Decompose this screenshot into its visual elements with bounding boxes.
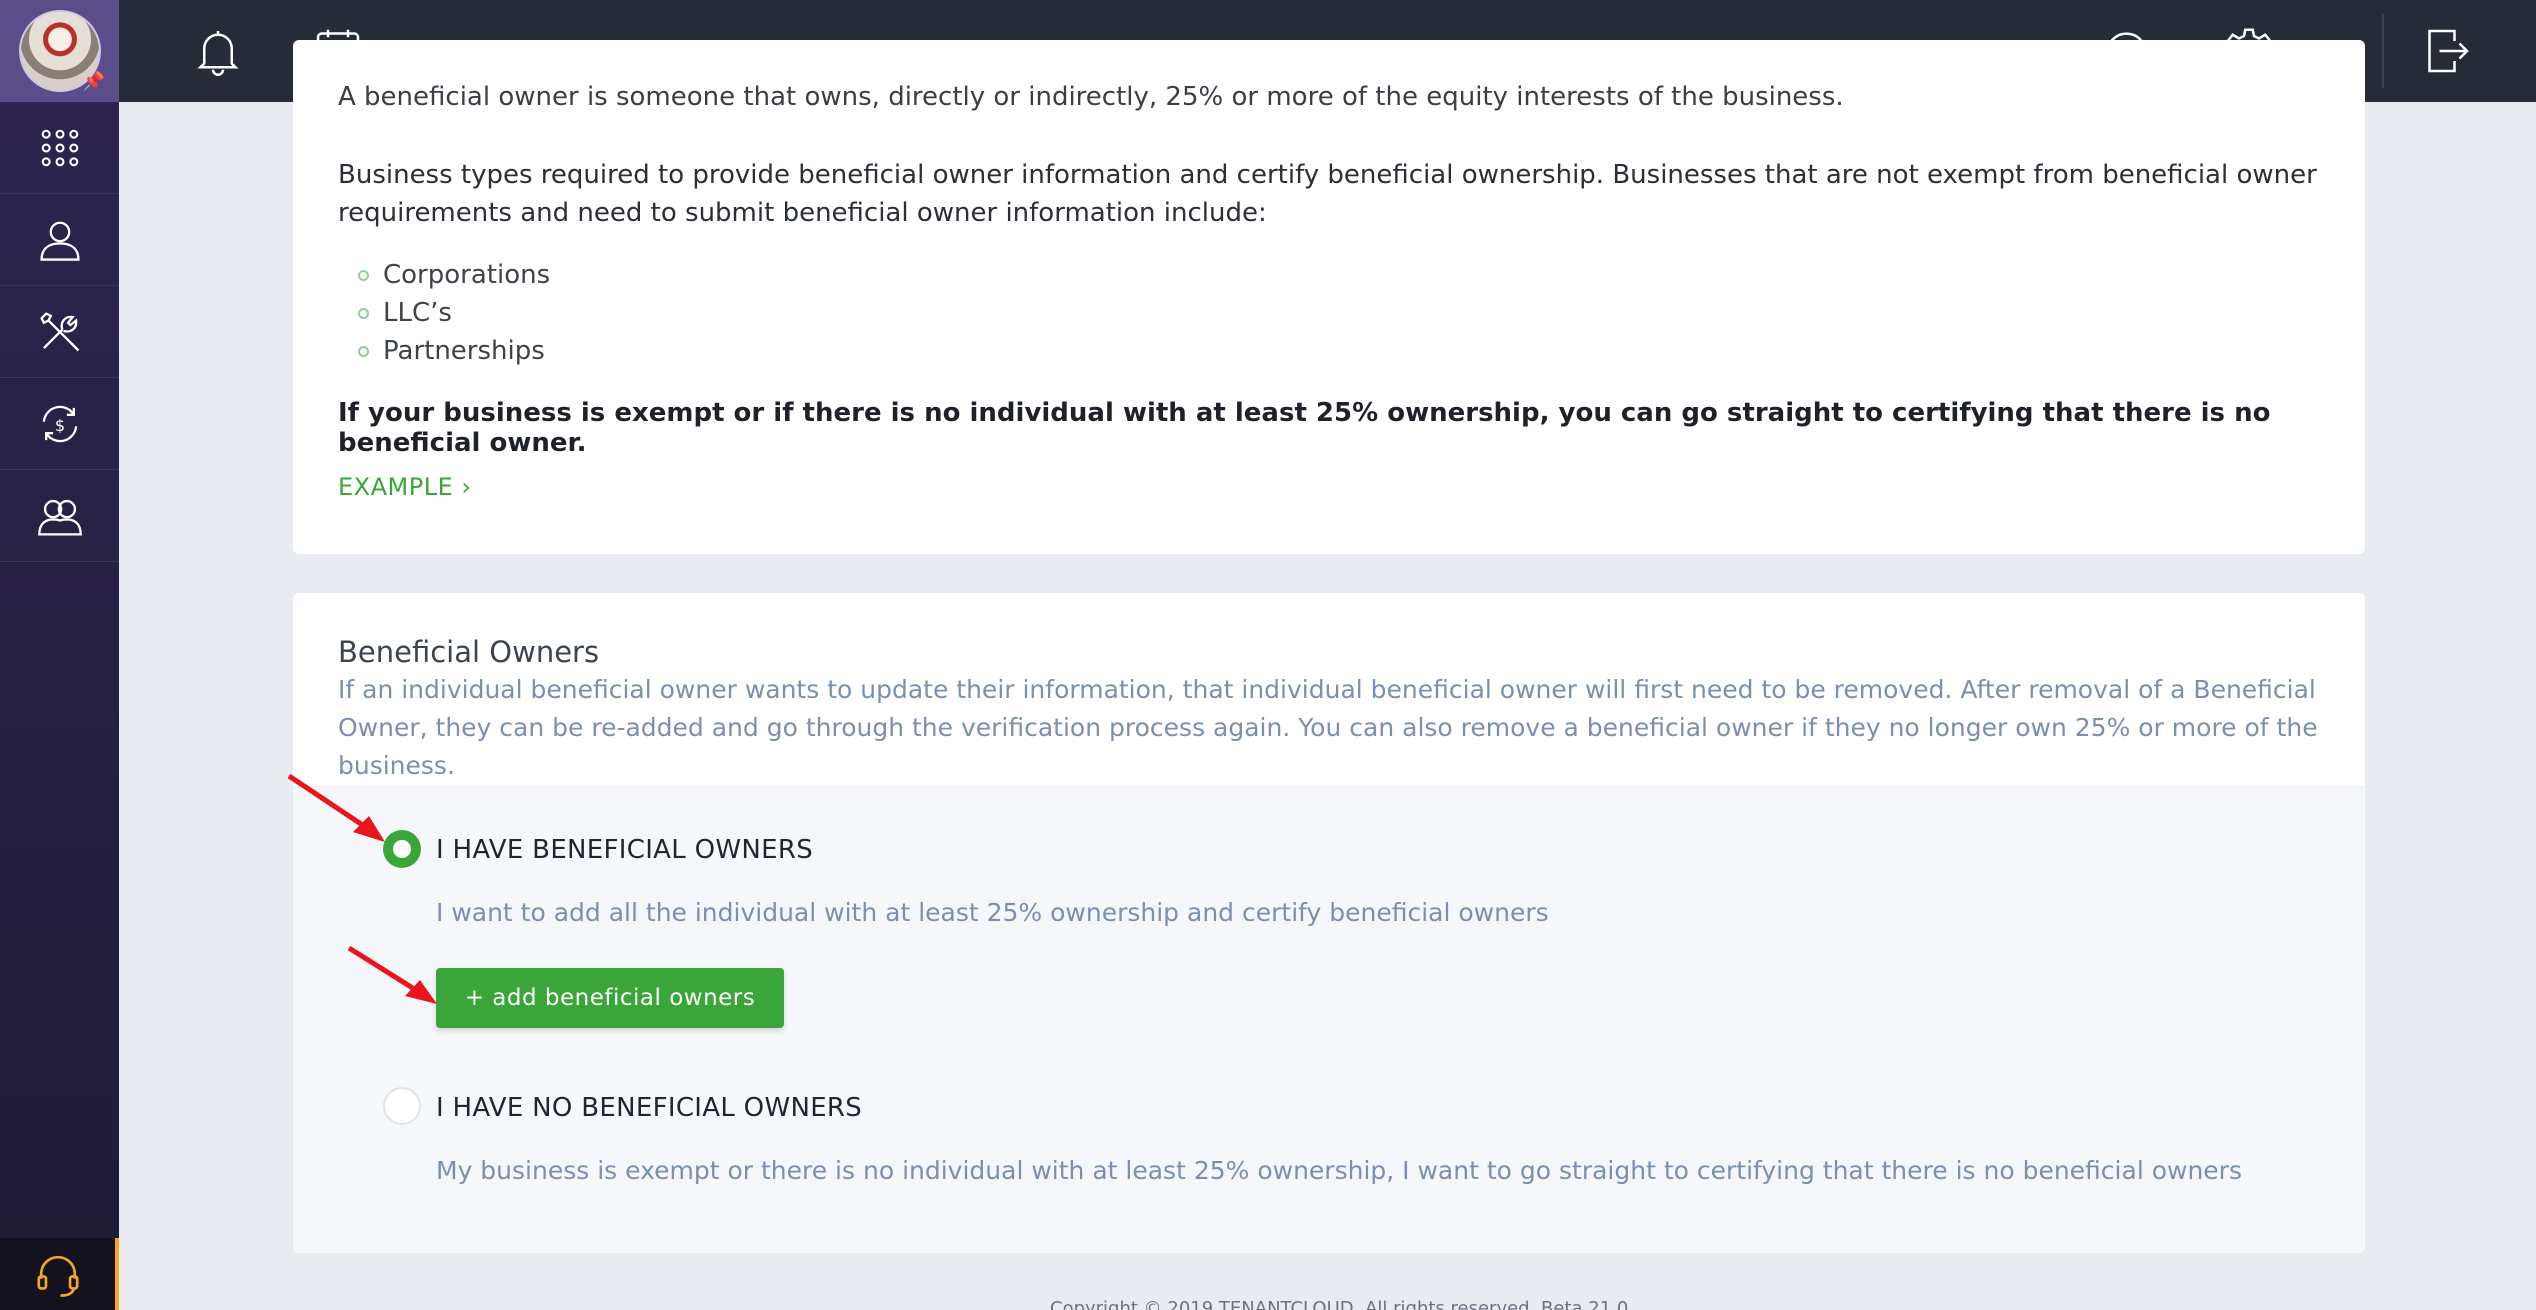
team-icon [37, 499, 82, 536]
have-owners-description: I want to add all the individual with at… [436, 898, 1549, 927]
bullet-icon [358, 269, 369, 281]
list-item: Partnerships [358, 332, 550, 370]
sidebar-item-users[interactable] [0, 194, 119, 286]
payments-cycle-icon: $ [42, 405, 77, 442]
user-icon [39, 221, 80, 261]
owner-options-panel: I HAVE BENEFICIAL OWNERS I want to add a… [293, 786, 2365, 1253]
sidebar-item-apps[interactable] [0, 102, 119, 194]
bell-icon [197, 31, 239, 76]
bullet-icon [358, 345, 369, 357]
sidebar: 📌 $ [0, 0, 119, 1310]
section-title: Beneficial Owners [338, 635, 600, 669]
logout-button[interactable] [2419, 23, 2475, 79]
no-owners-radio[interactable] [383, 1087, 421, 1125]
topbar-divider [2382, 14, 2384, 88]
pin-icon[interactable]: 📌 [83, 71, 105, 92]
sidebar-item-team[interactable] [0, 470, 119, 562]
example-link[interactable]: EXAMPLE › [338, 473, 471, 501]
list-item: Corporations [358, 256, 550, 294]
svg-text:$: $ [54, 415, 64, 434]
beneficial-owners-card: Beneficial Owners If an individual benef… [293, 593, 2365, 1253]
sidebar-item-payments[interactable]: $ [0, 378, 119, 470]
business-types-paragraph: Business types required to provide benef… [338, 160, 2317, 228]
support-button[interactable] [0, 1238, 119, 1310]
annotation-arrow-button [347, 945, 437, 1004]
sidebar-item-maintenance[interactable] [0, 286, 119, 378]
have-owners-label[interactable]: I HAVE BENEFICIAL OWNERS [436, 835, 813, 865]
definition-text: A beneficial owner is someone that owns,… [338, 82, 1844, 112]
apps-grid-icon [41, 129, 78, 166]
notifications-button[interactable] [190, 23, 246, 79]
exempt-note: If your business is exempt or if there i… [338, 398, 2271, 458]
no-owners-description: My business is exempt or there is no ind… [436, 1156, 2242, 1185]
profile-area[interactable]: 📌 [0, 0, 119, 102]
headset-icon [36, 1255, 79, 1297]
add-beneficial-owners-button[interactable]: + add beneficial owners [436, 968, 784, 1028]
list-item: LLC’s [358, 294, 550, 332]
logout-icon [2428, 29, 2469, 73]
beneficial-owner-info-card: A beneficial owner is someone that owns,… [293, 40, 2365, 554]
business-types-list: Corporations LLC’s Partnerships [358, 256, 550, 370]
section-description: If an individual beneficial owner wants … [338, 675, 2318, 780]
annotation-arrow-radio [287, 773, 385, 842]
bullet-icon [358, 307, 369, 319]
footer-copyright: Copyright © 2019 TENANTCLOUD. All rights… [1050, 1298, 1629, 1310]
tools-icon [39, 311, 79, 351]
no-owners-label[interactable]: I HAVE NO BENEFICIAL OWNERS [436, 1093, 862, 1123]
